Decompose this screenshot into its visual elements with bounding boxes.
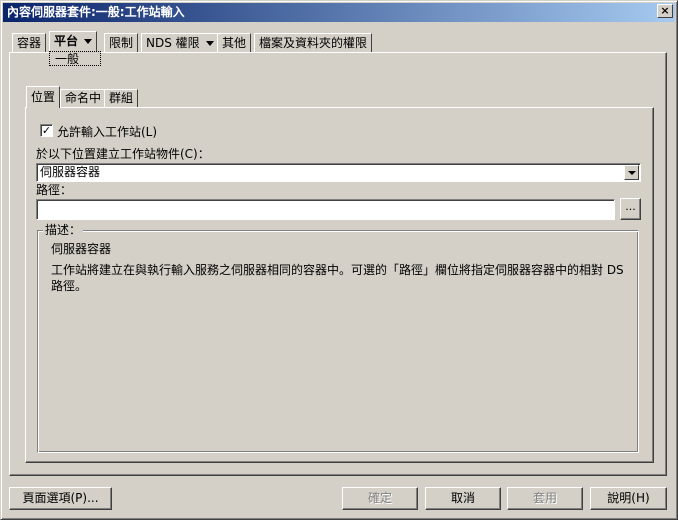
apply-button[interactable]: 套用 xyxy=(507,487,583,510)
tab-label: 平台 xyxy=(54,34,79,48)
description-line-1: 工作站將建立在與執行輸入服務之伺服器相同的容器中。可選的「路徑」欄位將指定伺服器… xyxy=(51,263,624,277)
allow-import-label: 允許輸入工作站(L) xyxy=(57,125,158,139)
tab-container[interactable]: 容器 xyxy=(12,33,47,53)
button-label: 頁面選項(P)... xyxy=(22,491,99,505)
button-label: 取消 xyxy=(450,491,475,505)
path-input[interactable] xyxy=(36,199,615,220)
tab-nds-rights[interactable]: NDS 權限 xyxy=(141,33,219,53)
help-button[interactable]: 說明(H) xyxy=(590,487,667,510)
description-title: 伺服器容器 xyxy=(51,242,112,256)
button-label: 說明(H) xyxy=(607,491,650,505)
close-button[interactable]: × xyxy=(657,4,673,18)
inner-tab-label: 命名中 xyxy=(65,91,102,105)
chevron-down-icon xyxy=(205,41,214,46)
inner-tab-naming[interactable]: 命名中 xyxy=(60,89,107,107)
browse-button[interactable]: ... xyxy=(620,198,641,220)
ellipsis-icon: ... xyxy=(625,200,636,213)
path-label: 路徑： xyxy=(36,183,73,197)
create-location-value: 伺服器容器 xyxy=(40,165,101,179)
tab-label: 其他 xyxy=(222,36,247,50)
description-line-2: 路徑。 xyxy=(51,279,88,293)
subtab-general[interactable]: 一般 xyxy=(49,51,101,66)
button-label: 套用 xyxy=(532,491,557,505)
subtab-label: 一般 xyxy=(55,52,80,66)
tab-file-folder-rights[interactable]: 檔案及資料夾的權限 xyxy=(254,33,373,53)
inner-tab-label: 群組 xyxy=(109,91,134,105)
tab-label: 檔案及資料夾的權限 xyxy=(259,36,368,50)
tab-platform[interactable]: 平台 xyxy=(49,31,98,53)
title-bar: 內容伺服器套件:一般:工作站輸入 xyxy=(3,3,675,22)
inner-tab-groups[interactable]: 群組 xyxy=(104,89,139,107)
close-icon: × xyxy=(660,4,670,17)
inner-tab-location[interactable]: 位置 xyxy=(26,86,61,108)
cancel-button[interactable]: 取消 xyxy=(425,487,501,510)
inner-tab-label: 位置 xyxy=(31,90,56,104)
window-title: 內容伺服器套件:一般:工作站輸入 xyxy=(7,5,185,19)
button-label: 確定 xyxy=(367,491,392,505)
tab-other[interactable]: 其他 xyxy=(217,33,252,53)
tab-restrictions[interactable]: 限制 xyxy=(104,33,139,53)
tab-label: NDS 權限 xyxy=(146,36,200,50)
tab-label: 容器 xyxy=(17,36,42,50)
tab-label: 限制 xyxy=(109,36,134,50)
page-options-button[interactable]: 頁面選項(P)... xyxy=(9,487,112,510)
allow-import-checkbox[interactable]: ✓ xyxy=(40,124,53,137)
chevron-down-icon xyxy=(84,39,93,44)
ok-button[interactable]: 確定 xyxy=(342,487,418,510)
description-legend: 描述： xyxy=(43,223,84,237)
create-in-label: 於以下位置建立工作站物件(C)： xyxy=(36,147,210,161)
chevron-down-icon[interactable] xyxy=(624,165,639,180)
check-icon: ✓ xyxy=(41,124,52,137)
create-location-select[interactable]: 伺服器容器 xyxy=(36,163,641,182)
